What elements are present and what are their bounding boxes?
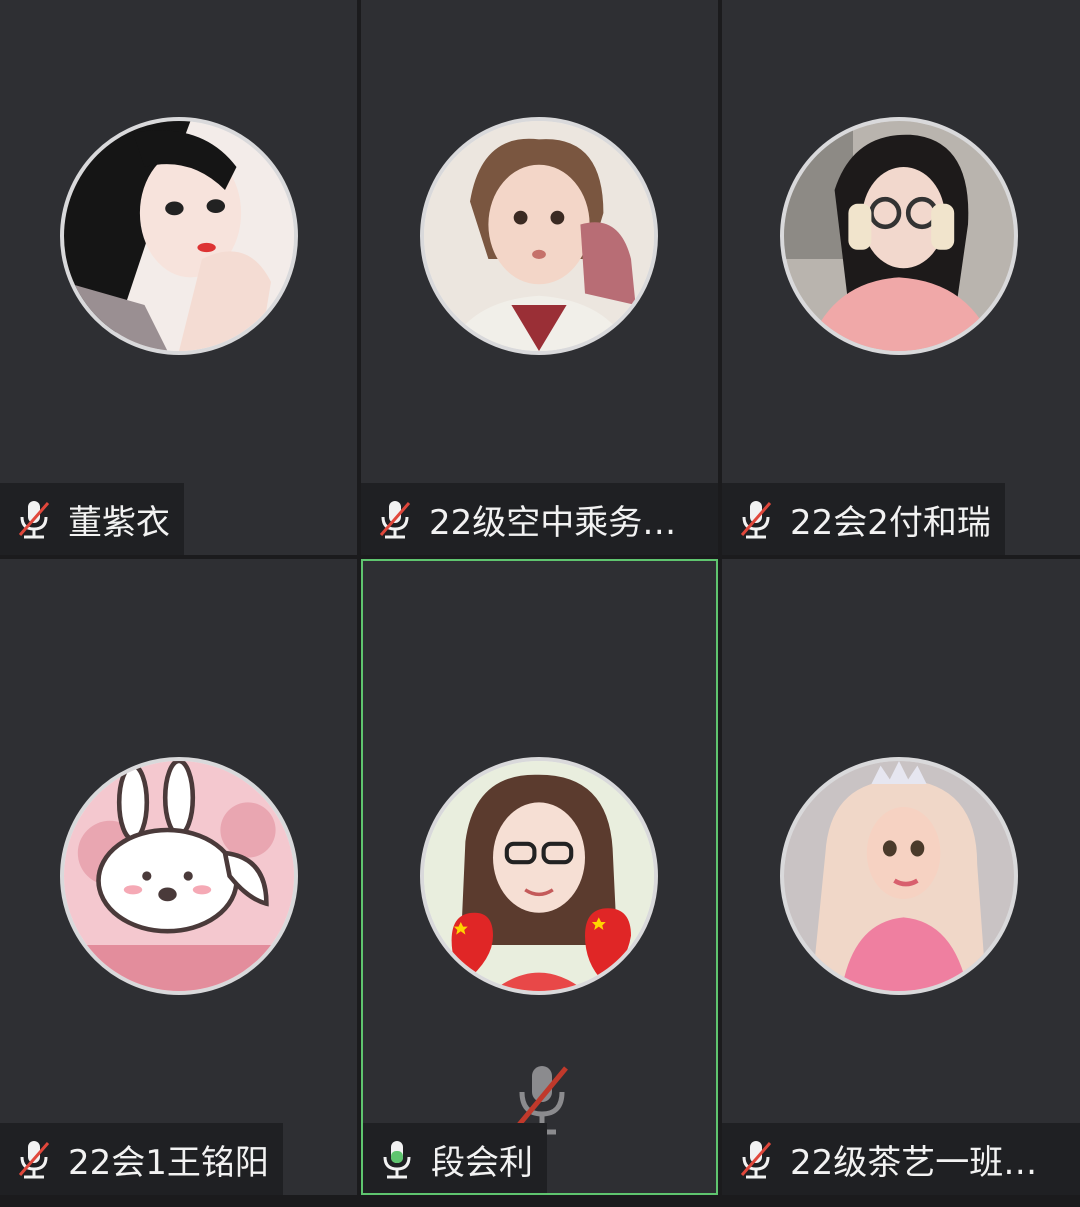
avatar xyxy=(420,117,658,355)
mic-muted-icon xyxy=(379,501,411,539)
avatar xyxy=(420,757,658,995)
participant-name: 段会利 xyxy=(431,1142,533,1183)
participant-name: 22级空中乘务… xyxy=(429,502,677,543)
participant-name-bar: 22会2付和瑞 xyxy=(722,483,1005,555)
avatar xyxy=(60,117,298,355)
participant-name: 22会1王铭阳 xyxy=(68,1142,269,1183)
avatar xyxy=(780,117,1018,355)
mic-muted-icon xyxy=(18,1141,50,1179)
mic-active-icon xyxy=(383,1141,411,1179)
participant-name-bar: 22级空中乘务… xyxy=(361,483,718,555)
avatar xyxy=(60,757,298,995)
participant-name-bar: 段会利 xyxy=(363,1123,547,1193)
participant-tile-4[interactable]: 22会1王铭阳 xyxy=(0,559,357,1195)
mic-muted-icon xyxy=(740,501,772,539)
participant-name-bar: 董紫衣 xyxy=(0,483,184,555)
participant-tile-3[interactable]: 22会2付和瑞 xyxy=(722,0,1080,555)
participant-name: 22级茶艺一班… xyxy=(790,1142,1038,1183)
participant-name-bar: 22会1王铭阳 xyxy=(0,1123,283,1195)
mic-muted-icon xyxy=(18,501,50,539)
participant-name-bar: 22级茶艺一班… xyxy=(722,1123,1080,1195)
avatar-cartoon-bunny xyxy=(64,761,294,991)
participant-tile-6[interactable]: 22级茶艺一班… xyxy=(722,559,1080,1195)
participant-name: 董紫衣 xyxy=(68,502,170,543)
avatar xyxy=(780,757,1018,995)
avatar-photo-girl-glasses xyxy=(784,121,1014,351)
avatar-woman-hearts-flags xyxy=(424,761,654,991)
mic-muted-icon xyxy=(740,1141,772,1179)
video-grid: 董紫衣 22级空中乘务… 22会2付和瑞 22会1王铭阳 段会利 22级茶艺一班… xyxy=(0,0,1080,1207)
participant-name: 22会2付和瑞 xyxy=(790,502,991,543)
participant-tile-2[interactable]: 22级空中乘务… xyxy=(361,0,718,555)
participant-tile-1[interactable]: 董紫衣 xyxy=(0,0,357,555)
avatar-photo-child xyxy=(424,121,654,351)
avatar-illustration-girl xyxy=(64,121,294,351)
participant-tile-5-active[interactable]: 段会利 xyxy=(361,559,718,1195)
avatar-princess-doll xyxy=(784,761,1014,991)
